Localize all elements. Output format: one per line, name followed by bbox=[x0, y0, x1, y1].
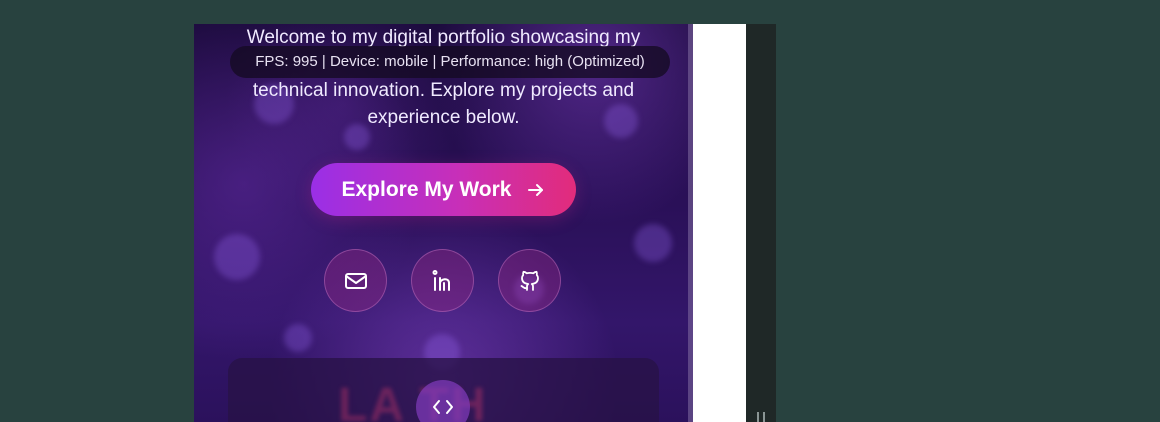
devtools-strip bbox=[746, 24, 776, 422]
background-particle bbox=[634, 224, 672, 262]
linkedin-button[interactable] bbox=[411, 249, 474, 312]
project-card[interactable]: LA TH bbox=[228, 358, 659, 422]
mobile-viewport: Welcome to my digital portfolio showcasi… bbox=[194, 24, 693, 422]
email-button[interactable] bbox=[324, 249, 387, 312]
side-panel bbox=[693, 24, 746, 422]
mail-icon bbox=[344, 272, 367, 289]
linkedin-icon bbox=[432, 269, 450, 291]
code-icon bbox=[433, 400, 453, 414]
resize-grip-icon[interactable] bbox=[757, 412, 765, 422]
background-particle bbox=[214, 234, 260, 280]
hero-text-line-3: experience below. bbox=[367, 107, 520, 128]
github-button[interactable] bbox=[498, 249, 561, 312]
performance-badge: FPS: 995 | Device: mobile | Performance:… bbox=[230, 46, 670, 78]
arrow-right-icon bbox=[527, 183, 543, 196]
github-icon bbox=[520, 270, 539, 291]
hero-text-line-2: technical innovation. Explore my project… bbox=[252, 80, 635, 101]
explore-work-button[interactable]: Explore My Work bbox=[311, 163, 576, 216]
scrollbar[interactable] bbox=[688, 24, 693, 422]
background-particle bbox=[284, 324, 312, 352]
explore-work-label: Explore My Work bbox=[341, 177, 512, 201]
